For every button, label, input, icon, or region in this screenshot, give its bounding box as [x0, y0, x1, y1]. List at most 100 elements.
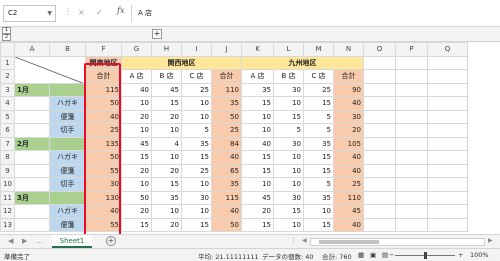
zoom-slider-knob[interactable] — [424, 252, 427, 259]
row-header[interactable]: 6 — [0, 123, 15, 138]
cell[interactable] — [363, 123, 396, 138]
cell[interactable]: 40 — [85, 204, 122, 219]
cell[interactable]: C 店 — [303, 69, 334, 84]
cell[interactable] — [363, 136, 396, 151]
zoom-in-icon[interactable]: + — [458, 251, 463, 259]
cell[interactable]: 25 — [303, 82, 334, 97]
column-header[interactable]: A — [14, 42, 50, 57]
cell[interactable]: 55 — [85, 217, 122, 232]
cell[interactable] — [49, 82, 86, 97]
cell[interactable]: 35 — [303, 190, 334, 205]
confirm-icon[interactable]: ✓ — [96, 8, 103, 17]
cell[interactable]: 10 — [273, 150, 304, 165]
cell[interactable]: 20 — [121, 109, 152, 124]
cell[interactable]: 10 — [273, 163, 304, 178]
cell[interactable] — [427, 150, 468, 165]
cell[interactable]: 110 — [333, 190, 364, 205]
cell[interactable] — [395, 136, 428, 151]
cell[interactable] — [49, 136, 86, 151]
cell[interactable]: 10 — [273, 217, 304, 232]
cell[interactable]: 35 — [151, 190, 182, 205]
cell[interactable] — [427, 82, 468, 97]
cell[interactable]: 84 — [211, 136, 242, 151]
cell[interactable]: 10 — [151, 204, 182, 219]
formula-input[interactable]: A 店 — [131, 5, 498, 22]
region-header-kyushu[interactable]: 九州地区 — [241, 55, 364, 70]
cell[interactable]: 25 — [181, 82, 212, 97]
month-label-cell[interactable]: 2月 — [14, 136, 50, 151]
cell[interactable]: 35 — [211, 177, 242, 192]
cell[interactable] — [363, 190, 396, 205]
add-sheet-button[interactable]: + — [106, 236, 116, 246]
category-label-cell[interactable]: 切手 — [49, 177, 86, 192]
cell[interactable] — [427, 163, 468, 178]
cell[interactable]: 10 — [241, 177, 274, 192]
cell[interactable]: 115 — [211, 190, 242, 205]
cell[interactable]: 20 — [151, 109, 182, 124]
cell[interactable]: 10 — [121, 123, 152, 138]
row-header[interactable]: 3 — [0, 82, 15, 97]
row-header[interactable]: 10 — [0, 177, 15, 192]
cell[interactable]: 10 — [181, 204, 212, 219]
cell[interactable]: 5 — [303, 123, 334, 138]
prev-sheet-icon[interactable]: ◀ — [8, 237, 13, 245]
category-label-cell[interactable]: ハガキ — [49, 204, 86, 219]
cell[interactable]: 15 — [273, 109, 304, 124]
name-box[interactable]: C2 ▼ — [3, 5, 56, 22]
region-header-kanto[interactable]: 関東地区 — [85, 55, 122, 70]
more-sheets-icon[interactable]: … — [36, 237, 43, 245]
cell[interactable]: 5 — [181, 123, 212, 138]
cell[interactable]: 45 — [241, 190, 274, 205]
cell[interactable]: 15 — [303, 163, 334, 178]
scrollbar-thumb[interactable] — [319, 240, 379, 244]
cell[interactable]: 40 — [333, 96, 364, 111]
cell[interactable]: 10 — [151, 123, 182, 138]
cell[interactable]: 10 — [241, 109, 274, 124]
cell[interactable]: 105 — [333, 136, 364, 151]
cell[interactable]: 10 — [181, 177, 212, 192]
cell[interactable] — [363, 150, 396, 165]
cell[interactable]: C 店 — [181, 69, 212, 84]
column-header[interactable]: J — [211, 42, 242, 57]
cell[interactable]: 65 — [211, 163, 242, 178]
horizontal-scrollbar[interactable] — [310, 238, 485, 246]
cell[interactable]: 25 — [181, 163, 212, 178]
column-header[interactable]: F — [85, 42, 122, 57]
cell[interactable] — [427, 136, 468, 151]
cell[interactable]: 15 — [121, 150, 152, 165]
cell[interactable]: 20 — [151, 163, 182, 178]
cell[interactable]: A 店 — [121, 69, 152, 84]
cell[interactable]: 5 — [273, 123, 304, 138]
column-header[interactable]: H — [151, 42, 182, 57]
column-header[interactable]: K — [241, 42, 274, 57]
cell[interactable] — [49, 190, 86, 205]
cell-table[interactable]: A B F G H I J K L M N O P Q 1 関東地区 関西地区 … — [0, 42, 468, 232]
cell[interactable]: 5 — [303, 177, 334, 192]
cell[interactable]: 15 — [151, 96, 182, 111]
cell[interactable] — [395, 204, 428, 219]
cell[interactable]: 30 — [273, 82, 304, 97]
cell[interactable]: 50 — [121, 190, 152, 205]
cell[interactable]: 30 — [273, 190, 304, 205]
cell[interactable] — [363, 109, 396, 124]
cell[interactable]: 15 — [303, 217, 334, 232]
cell[interactable]: B 店 — [151, 69, 182, 84]
drag-handle-icon[interactable]: ⋮ — [64, 7, 72, 16]
sheet-tab[interactable]: Sheet1 — [52, 235, 92, 248]
outline-level-1-button[interactable]: 1 — [2, 27, 11, 34]
cell[interactable]: 15 — [121, 217, 152, 232]
cell[interactable] — [14, 109, 50, 124]
cell[interactable]: 25 — [333, 177, 364, 192]
row-header[interactable]: 9 — [0, 163, 15, 178]
cell[interactable]: 40 — [211, 204, 242, 219]
page-break-icon[interactable]: ▤ — [382, 251, 388, 259]
column-header[interactable]: M — [303, 42, 334, 57]
status-count[interactable]: データの個数: 40 — [262, 251, 314, 261]
cell[interactable]: 4 — [151, 136, 182, 151]
cell[interactable] — [427, 123, 468, 138]
cell[interactable]: 15 — [241, 96, 274, 111]
row-header[interactable]: 7 — [0, 136, 15, 151]
cell[interactable]: 50 — [211, 109, 242, 124]
cell[interactable]: 40 — [333, 150, 364, 165]
cell[interactable]: 合計 — [333, 69, 364, 84]
